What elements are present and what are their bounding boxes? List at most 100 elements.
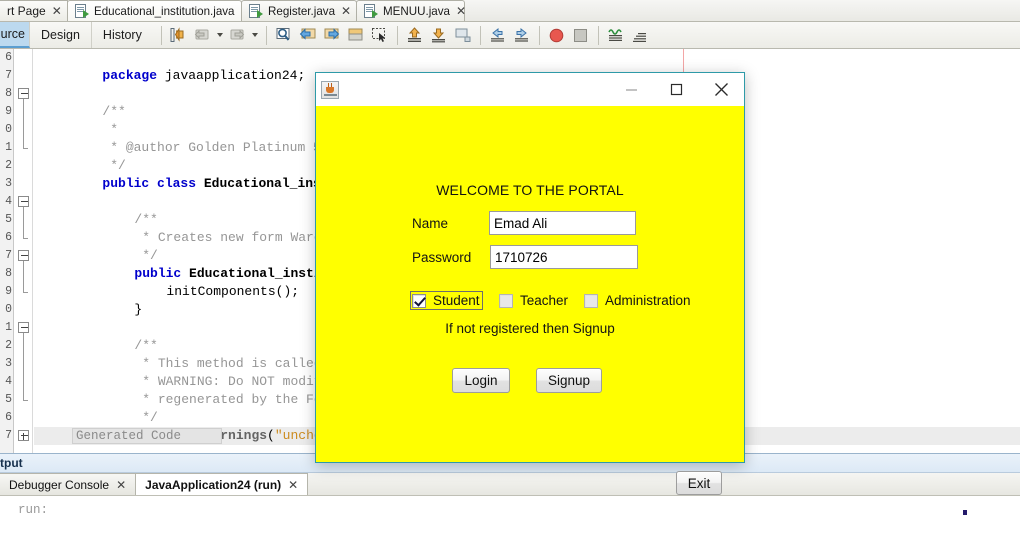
signup-button-label: Signup (547, 373, 591, 388)
close-button[interactable] (699, 73, 744, 106)
checkbox-teacher[interactable]: Teacher (499, 293, 568, 308)
close-icon[interactable]: ✕ (341, 5, 351, 17)
editor-tab-label: rt Page (7, 4, 46, 18)
output-tab-javaapplication24-run[interactable]: JavaApplication24 (run) ✕ (135, 473, 309, 495)
output-tab-label: JavaApplication24 (run) (145, 477, 282, 492)
editor-tab-menuu[interactable]: MENUU.java ✕ (356, 0, 466, 21)
dialog-title-bar[interactable] (316, 73, 744, 106)
close-icon[interactable]: ✕ (116, 479, 126, 491)
login-button[interactable]: Login (452, 368, 510, 393)
netbeans-ide-window: rt Page ✕ Educational_institution.java ✕… (0, 0, 1020, 559)
previous-edit-icon[interactable] (296, 24, 320, 46)
line-number: 1 (5, 321, 12, 334)
tab-history[interactable]: History (92, 22, 153, 48)
java-file-icon (75, 4, 89, 18)
fold-toggle-icon[interactable] (18, 322, 29, 333)
chevron-down-icon[interactable] (215, 24, 226, 46)
tab-design-label: Design (41, 28, 80, 42)
java-cup-icon (321, 80, 339, 99)
editor-tab-strip: rt Page ✕ Educational_institution.java ✕… (0, 0, 1020, 22)
output-window-title-label: tput (0, 456, 23, 470)
window-controls (609, 73, 744, 106)
code-token: package (102, 68, 165, 83)
chevron-down-icon[interactable] (250, 24, 261, 46)
close-icon[interactable]: ✕ (52, 5, 62, 17)
signup-hint: If not registered then Signup (445, 321, 615, 336)
editor-tab-register[interactable]: Register.java ✕ (241, 0, 357, 21)
stop-icon[interactable] (545, 24, 569, 46)
signup-button[interactable]: Signup (536, 368, 602, 393)
find-selection-icon[interactable] (272, 24, 296, 46)
output-console[interactable]: run: (0, 496, 1020, 559)
line-number: 2 (5, 159, 12, 172)
editor-tab-label: Educational_institution.java (94, 4, 235, 18)
editor-tab-label: Register.java (268, 4, 336, 18)
generated-code-fold-label: Generated Code (76, 429, 182, 443)
checkbox-icon[interactable] (499, 293, 513, 308)
login-button-label: Login (464, 373, 498, 388)
checkbox-icon[interactable] (412, 293, 426, 308)
close-icon[interactable]: ✕ (456, 5, 466, 17)
password-input[interactable] (490, 245, 638, 269)
fold-toggle-icon[interactable] (18, 88, 29, 99)
fold-toggle-icon[interactable] (18, 250, 29, 261)
shift-line-down-icon[interactable] (427, 24, 451, 46)
last-edit-icon[interactable] (344, 24, 368, 46)
format-icon[interactable] (604, 24, 628, 46)
line-number: 3 (5, 357, 12, 370)
checkbox-label: Student (433, 293, 480, 308)
line-number: 7 (5, 249, 12, 262)
console-caret-dot (963, 510, 967, 515)
line-number: 0 (5, 303, 12, 316)
fold-expand-icon[interactable] (18, 430, 29, 441)
comment-icon[interactable] (451, 24, 475, 46)
maximize-button[interactable] (654, 73, 699, 106)
checkbox-administration[interactable]: Administration (584, 293, 691, 308)
tab-source[interactable]: urce (0, 22, 30, 48)
tab-source-label: urce (0, 27, 25, 41)
rectangular-selection-icon[interactable] (368, 24, 392, 46)
toggle-bookmark-icon[interactable] (167, 24, 191, 46)
line-number: 6 (5, 231, 12, 244)
console-line: run: (18, 503, 49, 517)
editor-tab-educational-institution[interactable]: Educational_institution.java ✕ (67, 0, 251, 21)
shift-right-icon[interactable] (510, 24, 534, 46)
pause-icon[interactable] (569, 24, 593, 46)
code-fold-column[interactable] (15, 49, 33, 453)
editor-tab-label: MENUU.java (383, 4, 450, 18)
line-number: 0 (5, 123, 12, 136)
code-token: } (134, 302, 143, 317)
code-token: ( (267, 428, 275, 443)
java-file-icon (249, 4, 263, 18)
output-tab-label: Debugger Console (9, 477, 110, 492)
code-token: * @author Golden Platinum 5 (102, 140, 321, 155)
login-dialog-window[interactable]: WELCOME TO THE PORTAL Name Password Stud… (315, 72, 745, 495)
name-input[interactable] (489, 211, 636, 235)
exit-button[interactable]: Exit (676, 471, 722, 495)
checkbox-icon[interactable] (584, 293, 598, 308)
generated-code-fold[interactable]: Generated Code (72, 428, 222, 444)
line-number: 6 (5, 411, 12, 424)
indent-icon[interactable] (628, 24, 652, 46)
previous-bookmark-icon[interactable] (191, 24, 215, 46)
close-icon[interactable]: ✕ (288, 479, 298, 491)
output-tab-strip: Debugger Console ✕ JavaApplication24 (ru… (0, 473, 1020, 496)
output-tab-debugger-console[interactable]: Debugger Console ✕ (0, 473, 137, 495)
shift-left-icon[interactable] (486, 24, 510, 46)
next-edit-icon[interactable] (320, 24, 344, 46)
code-token: public class (102, 176, 204, 191)
checkbox-student[interactable]: Student (410, 291, 483, 310)
fold-toggle-icon[interactable] (18, 196, 29, 207)
line-number: 7 (5, 69, 12, 82)
shift-line-up-icon[interactable] (403, 24, 427, 46)
checkbox-label: Administration (605, 293, 691, 308)
code-token: javaapplication24; (164, 68, 306, 83)
tab-design[interactable]: Design (30, 22, 92, 48)
minimize-button[interactable] (609, 73, 654, 106)
code-token: initComponents(); (166, 284, 300, 299)
name-label: Name (412, 216, 449, 231)
editor-tab-start-page[interactable]: rt Page ✕ (0, 0, 68, 21)
welcome-heading: WELCOME TO THE PORTAL (436, 182, 624, 198)
line-number: 6 (5, 51, 12, 64)
next-bookmark-icon[interactable] (226, 24, 250, 46)
